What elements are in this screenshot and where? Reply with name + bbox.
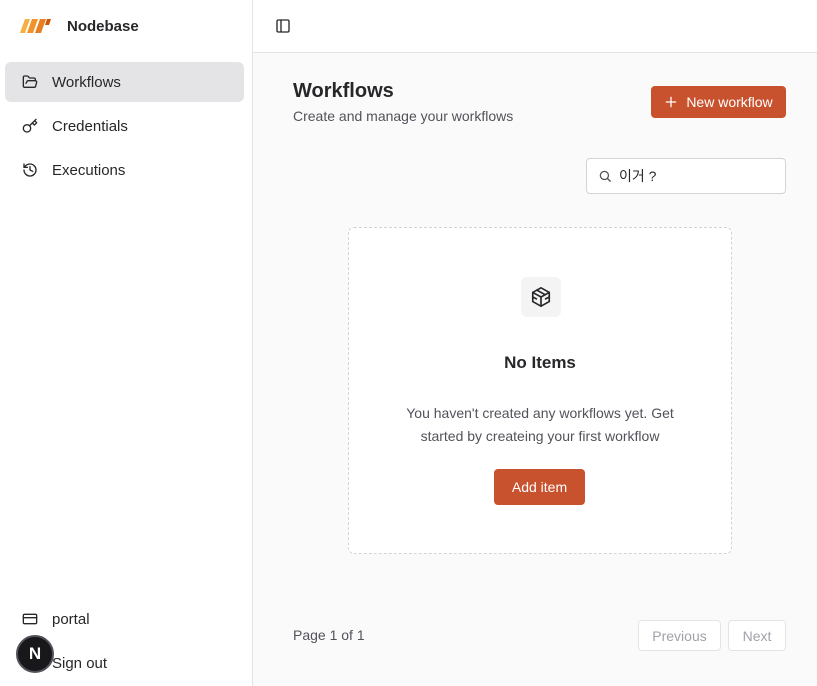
sidebar-item-label: Credentials bbox=[52, 117, 128, 135]
sidebar-item-label: Executions bbox=[52, 161, 126, 179]
page-subtitle: Create and manage your workflows bbox=[293, 108, 514, 124]
search-input[interactable] bbox=[619, 168, 779, 184]
sidebar-item-label: Workflows bbox=[52, 73, 121, 91]
sidebar: Nodebase Workflows Credentials Execution… bbox=[0, 0, 253, 686]
key-icon bbox=[22, 118, 38, 134]
panel-left-icon bbox=[275, 18, 291, 34]
nodebase-logo-icon bbox=[20, 19, 51, 33]
search-icon bbox=[598, 169, 612, 183]
history-icon bbox=[22, 162, 38, 178]
next-page-button[interactable]: Next bbox=[728, 620, 786, 651]
new-workflow-button[interactable]: New workflow bbox=[651, 86, 786, 118]
page-title: Workflows bbox=[293, 80, 394, 102]
search-field[interactable] bbox=[586, 158, 786, 194]
empty-state-card: No Items You haven't created any workflo… bbox=[348, 227, 732, 554]
new-workflow-label: New workflow bbox=[686, 94, 773, 110]
sidebar-toggle-button[interactable] bbox=[273, 16, 293, 36]
sidebar-item-credentials[interactable]: Credentials bbox=[5, 106, 244, 146]
avatar[interactable]: N bbox=[16, 635, 54, 673]
top-bar bbox=[253, 0, 817, 53]
folder-open-icon bbox=[22, 74, 38, 90]
sidebar-item-label: Sign out bbox=[52, 654, 108, 672]
brand-name: Nodebase bbox=[67, 17, 139, 35]
sidebar-item-label: portal bbox=[52, 610, 90, 628]
add-item-button[interactable]: Add item bbox=[494, 469, 585, 505]
plus-icon bbox=[664, 95, 678, 109]
sidebar-item-executions[interactable]: Executions bbox=[5, 150, 244, 190]
empty-state-description: You haven't created any workflows yet. G… bbox=[406, 405, 674, 444]
brand[interactable]: Nodebase bbox=[20, 15, 139, 37]
sidebar-item-workflows[interactable]: Workflows bbox=[5, 62, 244, 102]
package-icon bbox=[530, 286, 552, 308]
empty-state-icon-wrapper bbox=[521, 277, 561, 317]
avatar-letter: N bbox=[28, 644, 42, 663]
main-content: Workflows Create and manage your workflo… bbox=[253, 0, 817, 686]
previous-page-button[interactable]: Previous bbox=[638, 620, 721, 651]
pagination-status: Page 1 of 1 bbox=[293, 627, 365, 643]
empty-state-title: No Items bbox=[504, 353, 576, 372]
credit-card-icon bbox=[22, 611, 38, 627]
sidebar-item-portal[interactable]: portal bbox=[5, 601, 244, 637]
